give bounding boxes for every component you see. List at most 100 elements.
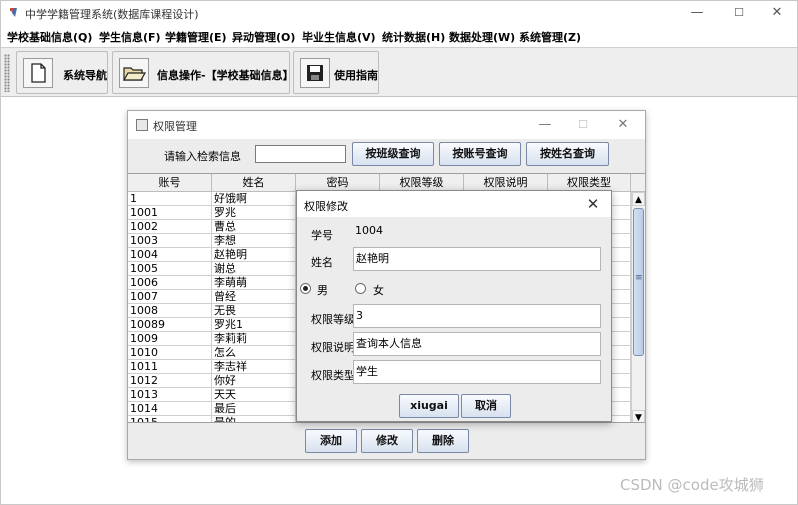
menu-enrollment[interactable]: 学籍管理(E) [165, 29, 227, 45]
table-cell: 罗兆1 [212, 318, 296, 332]
gender-male-radio[interactable] [300, 283, 311, 294]
student-id-field: 1004 [353, 220, 601, 244]
window-icon [136, 119, 148, 131]
minimize-icon[interactable]: — [530, 115, 560, 135]
table-cell: 1004 [128, 248, 212, 262]
add-button[interactable]: 添加 [305, 429, 357, 453]
table-cell: 1001 [128, 206, 212, 220]
table-cell: 1003 [128, 234, 212, 248]
gender-female-label: 女 [373, 284, 384, 297]
table-cell: 曾经 [212, 290, 296, 304]
table-cell: 李志祥 [212, 360, 296, 374]
search-label: 请输入检索信息 [164, 150, 241, 163]
window-title: 中学学籍管理系统(数据库课程设计) [25, 8, 199, 21]
table-cell: 谢总 [212, 262, 296, 276]
type-label: 权限类型 [311, 369, 355, 382]
user-guide-button[interactable]: 使用指南 [293, 51, 379, 94]
table-cell: 10089 [128, 318, 212, 332]
search-input[interactable] [255, 145, 346, 163]
dialog-close-icon[interactable]: ✕ [583, 194, 603, 214]
table-scrollbar[interactable]: ▲ ▼ [631, 192, 645, 422]
menu-data-processing[interactable]: 数据处理(W) [449, 29, 515, 45]
description-field[interactable]: 查询本人信息 [353, 332, 601, 356]
student-id-label: 学号 [311, 229, 333, 242]
watermark: CSDN @code攻城狮 [620, 476, 764, 494]
user-guide-label: 使用指南 [334, 69, 378, 82]
table-cell: 1009 [128, 332, 212, 346]
edit-button[interactable]: 修改 [361, 429, 413, 453]
table-cell: 李萌萌 [212, 276, 296, 290]
dialog-title: 权限修改 [304, 200, 348, 213]
table-cell: 1 [128, 192, 212, 206]
search-by-class-button[interactable]: 按班级查询 [352, 142, 434, 166]
table-cell: 怎么 [212, 346, 296, 360]
permission-window-title: 权限管理 [153, 120, 197, 133]
maximize-icon[interactable]: ☐ [568, 115, 598, 135]
info-operation-label: 信息操作-【学校基础信息】 [157, 69, 294, 82]
gender-male-label: 男 [317, 284, 328, 297]
table-cell: 无畏 [212, 304, 296, 318]
close-icon[interactable]: ✕ [608, 115, 638, 135]
name-label: 姓名 [311, 256, 333, 269]
search-by-account-button[interactable]: 按账号查询 [439, 142, 521, 166]
gender-female-radio[interactable] [355, 283, 366, 294]
menu-graduates[interactable]: 毕业生信息(V) [302, 29, 376, 45]
minimize-button[interactable]: — [677, 1, 717, 25]
close-button[interactable]: ✕ [757, 1, 797, 25]
table-cell: 好饿啊 [212, 192, 296, 206]
table-cell: 1011 [128, 360, 212, 374]
level-field[interactable]: 3 [353, 304, 601, 328]
table-cell: 1010 [128, 346, 212, 360]
system-nav-label: 系统导航 [63, 69, 107, 82]
scroll-up-icon[interactable]: ▲ [632, 192, 645, 206]
menu-student-info[interactable]: 学生信息(F) [99, 29, 161, 45]
folder-open-icon [119, 58, 149, 88]
document-icon [23, 58, 53, 88]
table-cell: 赵艳明 [212, 248, 296, 262]
table-cell: 李莉莉 [212, 332, 296, 346]
table-cell: 1012 [128, 374, 212, 388]
table-cell: 天天 [212, 388, 296, 402]
table-cell: 1005 [128, 262, 212, 276]
column-header-name[interactable]: 姓名 [212, 174, 296, 192]
title-bar: 中学学籍管理系统(数据库课程设计) — ☐ ✕ [1, 1, 797, 25]
column-header-account[interactable]: 账号 [128, 174, 212, 192]
cancel-button[interactable]: 取消 [461, 394, 511, 418]
menu-transfer[interactable]: 异动管理(O) [232, 29, 295, 45]
table-cell: 1015 [128, 416, 212, 422]
table-cell: 1013 [128, 388, 212, 402]
table-cell: 最后 [212, 402, 296, 416]
table-cell: 1007 [128, 290, 212, 304]
system-nav-button[interactable]: 系统导航 [16, 51, 108, 94]
table-cell: 你好 [212, 374, 296, 388]
delete-button[interactable]: 删除 [417, 429, 469, 453]
table-cell: 1008 [128, 304, 212, 318]
table-cell: 最的 [212, 416, 296, 422]
table-cell: 1006 [128, 276, 212, 290]
submit-edit-button[interactable]: xiugai [399, 394, 459, 418]
name-field[interactable]: 赵艳明 [353, 247, 601, 271]
app-icon [10, 8, 17, 17]
description-label: 权限说明 [311, 341, 355, 354]
type-field[interactable]: 学生 [353, 360, 601, 384]
menu-statistics[interactable]: 统计数据(H) [382, 29, 445, 45]
search-by-name-button[interactable]: 按姓名查询 [526, 142, 609, 166]
toolbar: 系统导航 信息操作-【学校基础信息】 使用指南 [1, 47, 797, 97]
table-cell: 罗兆 [212, 206, 296, 220]
scroll-thumb[interactable] [633, 208, 644, 356]
level-label: 权限等级 [311, 313, 355, 326]
menu-school-info[interactable]: 学校基础信息(Q) [7, 29, 92, 45]
info-operation-button[interactable]: 信息操作-【学校基础信息】 [112, 51, 294, 94]
table-cell: 曹总 [212, 220, 296, 234]
header-corner [631, 174, 645, 192]
floppy-disk-icon [300, 58, 330, 88]
menu-system[interactable]: 系统管理(Z) [519, 29, 581, 45]
table-cell: 1014 [128, 402, 212, 416]
maximize-button[interactable]: ☐ [719, 1, 759, 25]
table-cell: 李想 [212, 234, 296, 248]
toolbar-grip[interactable] [4, 54, 10, 92]
menu-bar: 学校基础信息(Q) 学生信息(F) 学籍管理(E) 异动管理(O) 毕业生信息(… [1, 25, 797, 47]
permission-window-titlebar: 权限管理 — ☐ ✕ [128, 111, 645, 139]
scroll-down-icon[interactable]: ▼ [632, 410, 645, 422]
permission-edit-dialog: 权限修改 ✕ 学号 1004 姓名 赵艳明 男 女 权限等级 3 权限说明 查询… [296, 190, 612, 422]
